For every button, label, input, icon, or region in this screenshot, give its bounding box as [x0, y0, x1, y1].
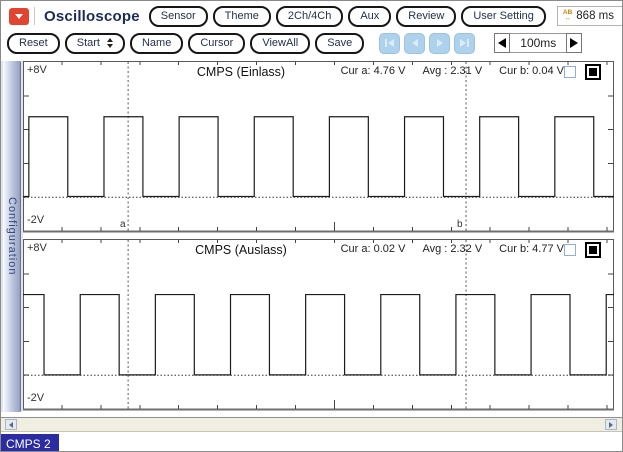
scroll-right-button[interactable]	[605, 419, 617, 430]
playback-nav-group	[379, 33, 475, 54]
ab-cursors-icon: AB↔	[563, 10, 572, 22]
cursor-a-readout: Cur a: 0.02 V	[341, 243, 406, 255]
checkbox-fill-icon	[589, 246, 597, 254]
next-frame-button[interactable]	[429, 33, 450, 54]
avg-readout: Avg : 2.32 V	[422, 243, 482, 255]
name-button[interactable]: Name	[130, 33, 183, 54]
channel-display-checkbox[interactable]	[585, 242, 601, 258]
avg-readout: Avg : 2.31 V	[422, 65, 482, 77]
checkbox-fill-icon	[589, 68, 597, 76]
y-min-label: -2V	[27, 214, 44, 226]
channel-select-checkbox[interactable]	[564, 66, 576, 78]
sidebar-label: Configuration	[6, 197, 18, 275]
waveform-plot-2	[23, 239, 614, 411]
channel-mode-button[interactable]: 2Ch/4Ch	[276, 6, 343, 27]
scope-channel-1: +8V CMPS (Einlass) Cur a: 4.76 V Avg : 2…	[23, 61, 614, 233]
scope-display: +8V CMPS (Einlass) Cur a: 4.76 V Avg : 2…	[23, 61, 614, 412]
previous-frame-button[interactable]	[404, 33, 425, 54]
channel-title: CMPS (Einlass)	[151, 65, 331, 79]
toolbar-row-1: Oscilloscope Sensor Theme 2Ch/4Ch Aux Re…	[1, 3, 622, 29]
cursor-b-label: b	[457, 219, 463, 230]
configuration-panel-splitter[interactable]: Configuration	[1, 61, 23, 412]
y-max-label: +8V	[27, 64, 47, 76]
user-setting-button[interactable]: User Setting	[461, 6, 546, 27]
viewall-button[interactable]: ViewAll	[250, 33, 310, 54]
y-max-label: +8V	[27, 242, 47, 254]
cursor-delta-display: AB↔ 868 ms	[557, 6, 623, 26]
timebase-increase-button[interactable]	[566, 33, 582, 53]
y-min-label: -2V	[27, 392, 44, 404]
timebase-control: 100ms	[494, 33, 582, 53]
stepper-icon	[107, 38, 113, 48]
measurement-readouts: Cur a: 0.02 V Avg : 2.32 V Cur b: 4.77 V	[341, 243, 564, 255]
toolbar-row-2: Reset Start Name Cursor ViewAll Save 100…	[1, 30, 622, 56]
channel-select-checkbox[interactable]	[564, 244, 576, 256]
timebase-decrease-button[interactable]	[494, 33, 510, 53]
channel-title: CMPS (Auslass)	[151, 243, 331, 257]
timebase-value[interactable]: 100ms	[510, 33, 566, 53]
page-title: Oscilloscope	[40, 8, 144, 25]
cursor-a-label: a	[120, 219, 126, 230]
save-button[interactable]: Save	[315, 33, 364, 54]
divider	[34, 7, 35, 25]
start-button-label: Start	[77, 37, 100, 49]
splitter-handle[interactable]: Configuration	[3, 61, 21, 412]
sensor-button[interactable]: Sensor	[149, 6, 208, 27]
start-button[interactable]: Start	[65, 33, 125, 54]
scroll-left-button[interactable]	[5, 419, 17, 430]
reset-button[interactable]: Reset	[7, 33, 60, 54]
scope-channel-2: +8V CMPS (Auslass) Cur a: 0.02 V Avg : 2…	[23, 239, 614, 411]
last-frame-button[interactable]	[454, 33, 475, 54]
channel-tab-cmps2[interactable]: CMPS 2	[1, 434, 59, 452]
app-menu-button[interactable]	[9, 8, 29, 25]
cursor-b-readout: Cur b: 0.04 V	[499, 65, 564, 77]
theme-button[interactable]: Theme	[213, 6, 271, 27]
cursor-b-readout: Cur b: 4.77 V	[499, 243, 564, 255]
review-button[interactable]: Review	[396, 6, 456, 27]
cursor-a-readout: Cur a: 4.76 V	[341, 65, 406, 77]
aux-button[interactable]: Aux	[348, 6, 391, 27]
measurement-readouts: Cur a: 4.76 V Avg : 2.31 V Cur b: 0.04 V	[341, 65, 564, 77]
first-frame-button[interactable]	[379, 33, 400, 54]
cursor-delta-value: 868 ms	[576, 10, 614, 22]
horizontal-scrollbar[interactable]	[1, 417, 622, 432]
triangle-down-icon	[15, 14, 23, 19]
cursor-button[interactable]: Cursor	[188, 33, 245, 54]
waveform-plot-1	[23, 61, 614, 233]
channel-display-checkbox[interactable]	[585, 64, 601, 80]
oscilloscope-window: Oscilloscope Sensor Theme 2Ch/4Ch Aux Re…	[0, 0, 623, 452]
